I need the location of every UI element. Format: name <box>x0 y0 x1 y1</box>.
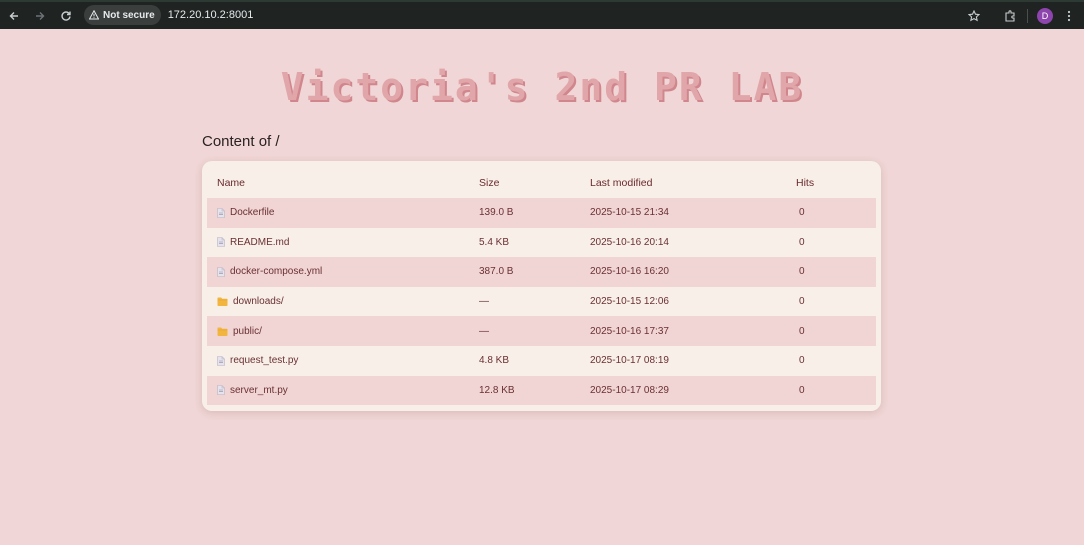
modified-cell: 2025-10-17 08:19 <box>590 355 669 367</box>
back-button[interactable] <box>1 4 27 28</box>
size-cell: — <box>479 296 489 308</box>
modified-cell: 2025-10-15 12:06 <box>590 296 669 308</box>
toolbar-right: D <box>962 2 1084 29</box>
file-link[interactable]: server_mt.py <box>230 385 288 396</box>
name-cell: Dockerfile <box>207 207 479 218</box>
table-row[interactable]: docker-compose.yml 387.0 B 2025-10-16 16:2… <box>207 257 876 287</box>
hits-cell: 0 <box>799 296 805 308</box>
file-icon <box>217 237 225 248</box>
column-header-hits[interactable]: Hits <box>796 177 856 189</box>
table-row[interactable]: downloads/ — 2025-10-15 12:06 0 <box>207 287 876 317</box>
file-link[interactable]: public/ <box>233 326 262 337</box>
hits-cell: 0 <box>799 355 805 367</box>
menu-icon <box>1067 10 1071 21</box>
modified-cell: 2025-10-16 16:20 <box>590 266 669 278</box>
hits-cell: 0 <box>799 266 805 278</box>
url-text[interactable]: 172.20.10.2:8001 <box>168 9 254 21</box>
content-heading: Content of / <box>202 133 280 150</box>
page-title: Victoria's 2nd PR LAB <box>280 65 804 109</box>
browser-menu-button[interactable] <box>1057 4 1081 28</box>
extensions-button[interactable] <box>998 4 1022 28</box>
file-link[interactable]: Dockerfile <box>230 207 274 218</box>
back-icon <box>9 11 18 20</box>
avatar: D <box>1037 7 1053 24</box>
column-header-name[interactable]: Name <box>207 177 479 189</box>
table-header: Name Size Last modified Hits <box>207 168 876 198</box>
address-bar[interactable]: Not secure 172.20.10.2:8001 <box>84 5 874 25</box>
size-cell: 387.0 B <box>479 266 514 278</box>
extensions-icon <box>1005 9 1015 22</box>
bookmark-button[interactable] <box>962 4 986 28</box>
table-row[interactable]: server_mt.py 12.8 KB 2025-10-17 08:29 0 <box>207 375 876 406</box>
hits-cell: 0 <box>799 384 805 396</box>
name-cell: server_mt.py <box>207 385 479 396</box>
warning-icon <box>89 10 99 20</box>
size-cell: 12.8 KB <box>479 384 515 396</box>
forward-icon <box>36 11 45 20</box>
modified-cell: 2025-10-15 21:34 <box>590 207 669 219</box>
hits-cell: 0 <box>799 207 805 219</box>
folder-icon <box>217 327 228 336</box>
file-icon <box>217 385 225 396</box>
browser-toolbar: Not secure 172.20.10.2:8001 D <box>0 0 1084 29</box>
name-cell: docker-compose.yml <box>207 266 479 277</box>
name-cell: README.md <box>207 237 479 248</box>
file-link[interactable]: docker-compose.yml <box>230 266 322 277</box>
size-cell: 139.0 B <box>479 207 514 219</box>
modified-cell: 2025-10-16 20:14 <box>590 236 669 248</box>
file-link[interactable]: README.md <box>230 237 289 248</box>
folder-icon <box>217 297 228 307</box>
page-body: Victoria's 2nd PR LAB Content of / Name … <box>0 29 1084 545</box>
file-icon <box>217 267 225 277</box>
toolbar-divider <box>1027 8 1028 23</box>
size-cell: 5.4 KB <box>479 236 510 248</box>
table-row[interactable]: README.md 5.4 KB 2025-10-16 20:14 0 <box>207 228 876 258</box>
hits-cell: 0 <box>799 325 805 337</box>
reload-icon <box>61 10 71 21</box>
reload-button[interactable] <box>53 4 79 28</box>
name-cell: downloads/ <box>207 296 479 307</box>
file-icon <box>217 207 225 218</box>
security-label: Not secure <box>103 9 155 21</box>
table-body: Dockerfile 139.0 B 2025-10-15 21:34 0 README… <box>207 198 876 406</box>
size-cell: 4.8 KB <box>479 355 510 367</box>
size-cell: — <box>479 325 489 337</box>
name-cell: request_test.py <box>207 355 479 366</box>
modified-cell: 2025-10-16 17:37 <box>590 325 669 337</box>
table-row[interactable]: public/ — 2025-10-16 17:37 0 <box>207 316 876 346</box>
modified-cell: 2025-10-17 08:29 <box>590 384 669 396</box>
name-cell: public/ <box>207 326 479 337</box>
file-link[interactable]: downloads/ <box>233 296 284 307</box>
column-header-modified[interactable]: Last modified <box>590 177 796 189</box>
column-header-size[interactable]: Size <box>479 177 590 189</box>
star-icon <box>968 9 980 21</box>
security-indicator[interactable]: Not secure <box>84 5 161 25</box>
file-listing-card: Name Size Last modified Hits Dockerfile 1… <box>202 161 881 411</box>
hits-cell: 0 <box>799 236 805 248</box>
table-row[interactable]: request_test.py 4.8 KB 2025-10-17 08:19 0 <box>207 346 876 376</box>
table-row[interactable]: Dockerfile 139.0 B 2025-10-15 21:34 0 <box>207 198 876 228</box>
forward-button[interactable] <box>27 4 53 28</box>
file-icon <box>217 355 225 366</box>
file-link[interactable]: request_test.py <box>230 355 298 366</box>
profile-button[interactable]: D <box>1033 4 1057 28</box>
